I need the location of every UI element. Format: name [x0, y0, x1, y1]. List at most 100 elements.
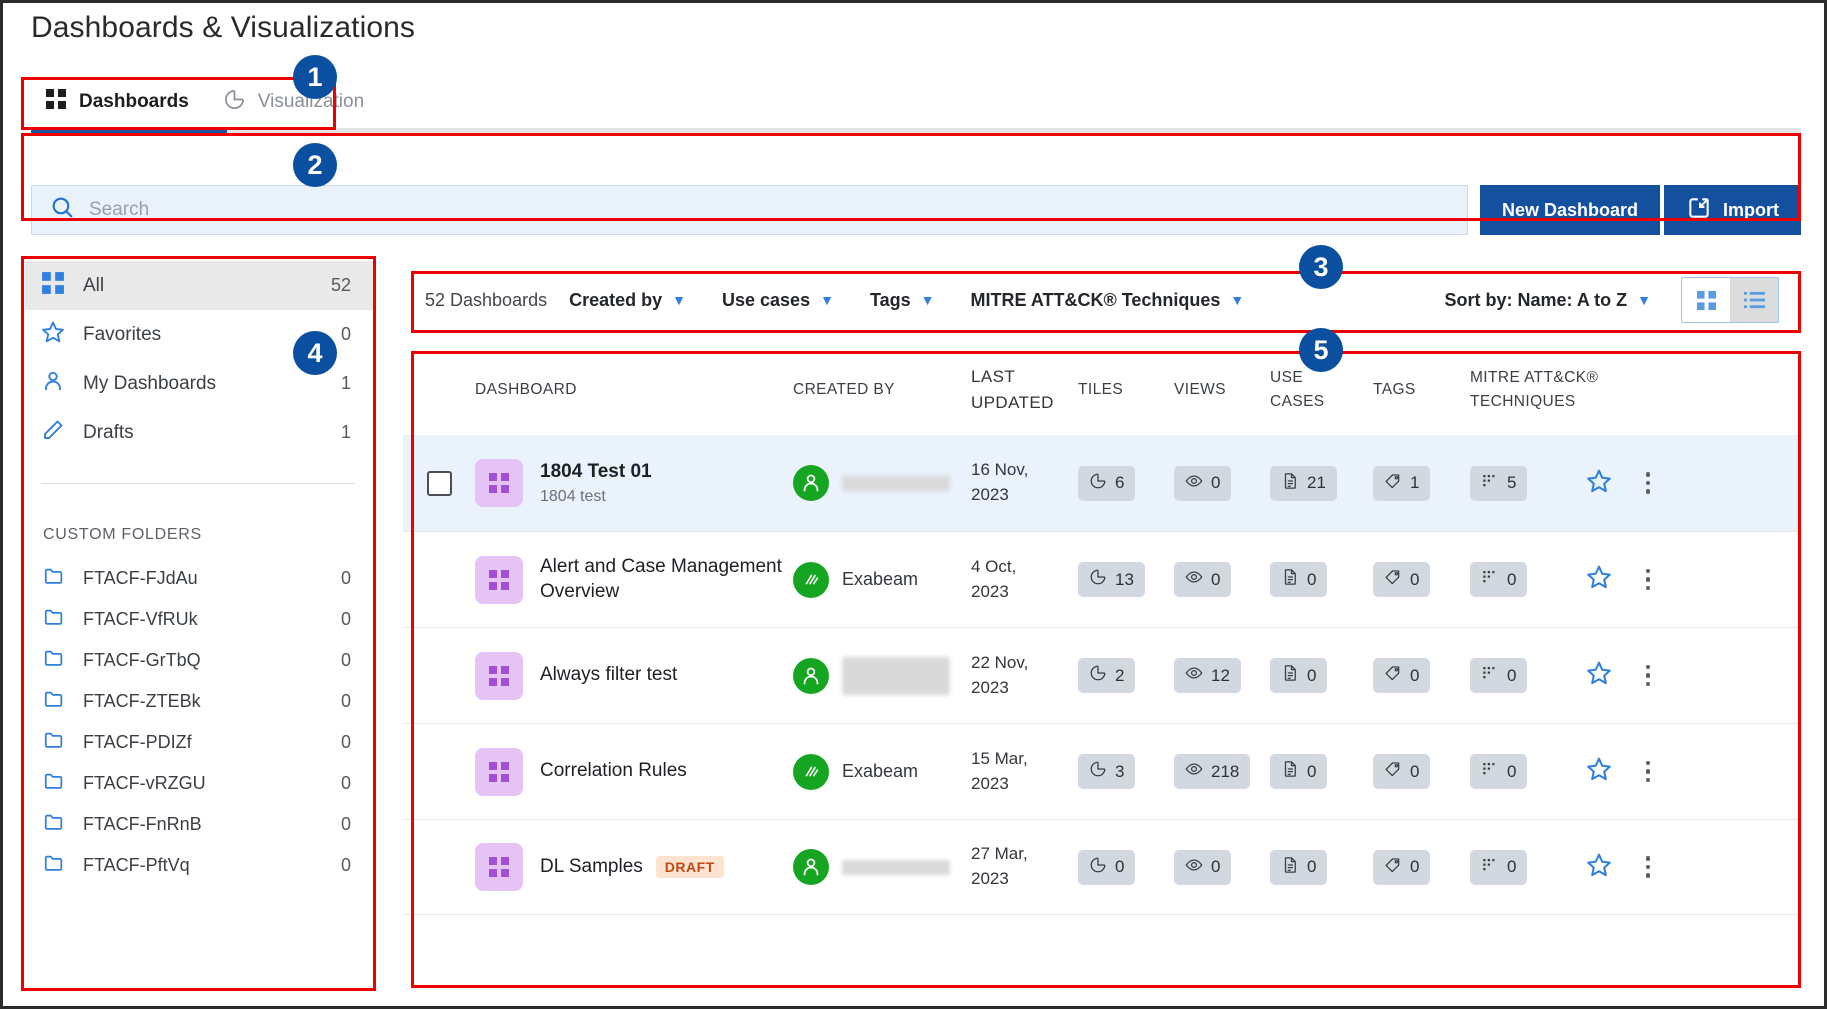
views-chip[interactable]: 0 — [1174, 849, 1232, 885]
tiles-chip[interactable]: 3 — [1078, 754, 1136, 789]
sort-by-dropdown[interactable]: Sort by: Name: A to Z ▼ — [1444, 290, 1651, 311]
filter-dropdown-mitre-att-ck-techniques[interactable]: MITRE ATT&CK® Techniques ▼ — [970, 290, 1244, 311]
table-row[interactable]: 1804 Test 01 1804 test 16 Nov, 2023 6 0 21 1 5 — [403, 435, 1801, 531]
use-cases-chip[interactable]: 0 — [1270, 754, 1328, 789]
tag-icon — [1384, 760, 1402, 783]
dashboard-name[interactable]: DL Samples — [540, 855, 643, 879]
mitre-chip[interactable]: 0 — [1470, 754, 1528, 789]
dashboard-name[interactable]: 1804 Test 01 — [540, 460, 652, 484]
row-more-options-icon[interactable] — [1645, 568, 1651, 591]
search-input[interactable] — [89, 199, 1449, 221]
col-tags: TAGS — [1373, 380, 1416, 398]
row-more-options-icon[interactable] — [1645, 472, 1651, 494]
doc-icon — [1281, 472, 1299, 495]
dashboard-icon — [475, 459, 523, 507]
grid-icon — [45, 88, 67, 116]
tiles-chip[interactable]: 13 — [1078, 562, 1145, 597]
sidebar-item-label: All — [83, 274, 105, 296]
sidebar-folder-FTACF-vRZGU[interactable]: FTACF-vRZGU 0 — [25, 763, 373, 804]
use-cases-chip[interactable]: 0 — [1270, 849, 1328, 885]
folder-icon — [43, 770, 65, 797]
table-row[interactable]: Correlation Rules Exabeam 15 Mar, 2023 3 218 0… — [403, 723, 1801, 819]
doc-icon — [1281, 760, 1299, 783]
favorite-star-icon[interactable] — [1586, 564, 1612, 595]
dashboard-name[interactable]: Alert and Case Management Overview — [540, 555, 793, 604]
filter-dropdown-use-cases[interactable]: Use cases ▼ — [722, 290, 834, 311]
import-icon — [1686, 195, 1712, 226]
views-chip[interactable]: 12 — [1174, 658, 1241, 693]
sidebar-item-count: 52 — [330, 275, 351, 295]
pie-chart-icon — [1089, 760, 1107, 783]
views-count: 0 — [1211, 473, 1221, 492]
use-cases-chip[interactable]: 21 — [1270, 465, 1337, 501]
search-box[interactable] — [31, 185, 1468, 235]
row-more-options-icon[interactable] — [1645, 664, 1651, 687]
sidebar-item-drafts[interactable]: Drafts 1 — [25, 408, 373, 457]
use-cases-chip[interactable]: 0 — [1270, 658, 1328, 693]
sidebar-folder-FTACF-GrTbQ[interactable]: FTACF-GrTbQ 0 — [25, 640, 373, 681]
dashboard-name[interactable]: Always filter test — [540, 663, 677, 687]
row-more-options-icon[interactable] — [1645, 856, 1651, 878]
tiles-chip[interactable]: 2 — [1078, 658, 1136, 693]
favorite-star-icon[interactable] — [1586, 756, 1612, 787]
row-checkbox[interactable] — [426, 470, 452, 496]
table-row[interactable]: Always filter test 22 Nov, 2023 2 12 0 0 0 — [403, 627, 1801, 723]
tags-chip[interactable]: 0 — [1373, 562, 1431, 597]
tiles-chip[interactable]: 0 — [1078, 849, 1136, 885]
new-dashboard-button[interactable]: New Dashboard — [1479, 185, 1660, 235]
row-more-options-icon[interactable] — [1645, 760, 1651, 783]
table-row[interactable]: DL Samples DRAFT 27 Mar, 2023 0 0 0 0 0 — [403, 819, 1801, 915]
sidebar-folder-FTACF-VfRUk[interactable]: FTACF-VfRUk 0 — [25, 599, 373, 640]
sidebar-folder-count: 0 — [340, 773, 351, 793]
table-row[interactable]: Alert and Case Management Overview Exabea… — [403, 531, 1801, 627]
sidebar-folder-FTACF-FJdAu[interactable]: FTACF-FJdAu 0 — [25, 558, 373, 599]
sidebar-folder-FTACF-ZTEBk[interactable]: FTACF-ZTEBk 0 — [25, 681, 373, 722]
mitre-chip[interactable]: 0 — [1470, 562, 1528, 597]
mitre-chip[interactable]: 0 — [1470, 849, 1528, 885]
filter-dropdown-label: Tags — [869, 289, 911, 310]
views-chip[interactable]: 0 — [1174, 562, 1232, 597]
tags-chip[interactable]: 1 — [1373, 465, 1431, 501]
tags-chip[interactable]: 0 — [1373, 658, 1431, 693]
avatar — [793, 753, 829, 790]
import-button[interactable]: Import — [1664, 185, 1801, 235]
filter-dropdown-tags[interactable]: Tags ▼ — [870, 290, 935, 311]
views-chip[interactable]: 0 — [1174, 465, 1232, 501]
mitre-chip[interactable]: 0 — [1470, 658, 1528, 693]
grid-view-button[interactable] — [1682, 278, 1730, 322]
created-by-cell — [793, 849, 971, 885]
sidebar-folder-count: 0 — [340, 732, 351, 752]
favorite-star-icon[interactable] — [1586, 660, 1612, 691]
sidebar-folder-FTACF-PftVq[interactable]: FTACF-PftVq 0 — [25, 845, 373, 886]
list-view-button[interactable] — [1730, 278, 1778, 322]
views-chip[interactable]: 218 — [1174, 754, 1251, 789]
mitre-count: 0 — [1507, 665, 1517, 685]
last-updated: 27 Mar, 2023 — [971, 844, 1028, 888]
dashboard-icon — [475, 651, 523, 700]
tags-count: 0 — [1410, 857, 1420, 876]
favorite-star-icon[interactable] — [1586, 852, 1612, 883]
chevron-down-icon: ▼ — [1637, 292, 1651, 308]
custom-folders-header: CUSTOM FOLDERS — [43, 526, 202, 543]
tags-chip[interactable]: 0 — [1373, 849, 1431, 885]
sidebar-folder-FTACF-FnRnB[interactable]: FTACF-FnRnB 0 — [25, 804, 373, 845]
tab-dashboards[interactable]: Dashboards — [45, 78, 189, 126]
tiles-chip[interactable]: 6 — [1078, 465, 1136, 501]
tags-chip[interactable]: 0 — [1373, 754, 1431, 789]
sort-by-label: Sort by: Name: A to Z — [1444, 289, 1628, 310]
grid-icon — [41, 271, 65, 301]
avatar — [793, 657, 829, 694]
views-count: 218 — [1211, 761, 1240, 781]
filter-dropdown-created-by[interactable]: Created by ▼ — [569, 290, 686, 311]
mitre-icon — [1481, 760, 1499, 783]
col-last-updated: LAST UPDATED — [971, 366, 1054, 412]
mitre-chip[interactable]: 5 — [1470, 465, 1528, 501]
sidebar-folder-FTACF-PDIZf[interactable]: FTACF-PDIZf 0 — [25, 722, 373, 763]
tab-visualization[interactable]: Visualization — [223, 78, 364, 126]
use-cases-chip[interactable]: 0 — [1270, 562, 1328, 597]
last-updated: 16 Nov, 2023 — [971, 460, 1029, 504]
created-by-cell: Exabeam — [793, 753, 971, 790]
dashboard-name[interactable]: Correlation Rules — [540, 759, 687, 783]
favorite-star-icon[interactable] — [1586, 468, 1612, 499]
sidebar-item-all[interactable]: All 52 — [25, 261, 373, 310]
